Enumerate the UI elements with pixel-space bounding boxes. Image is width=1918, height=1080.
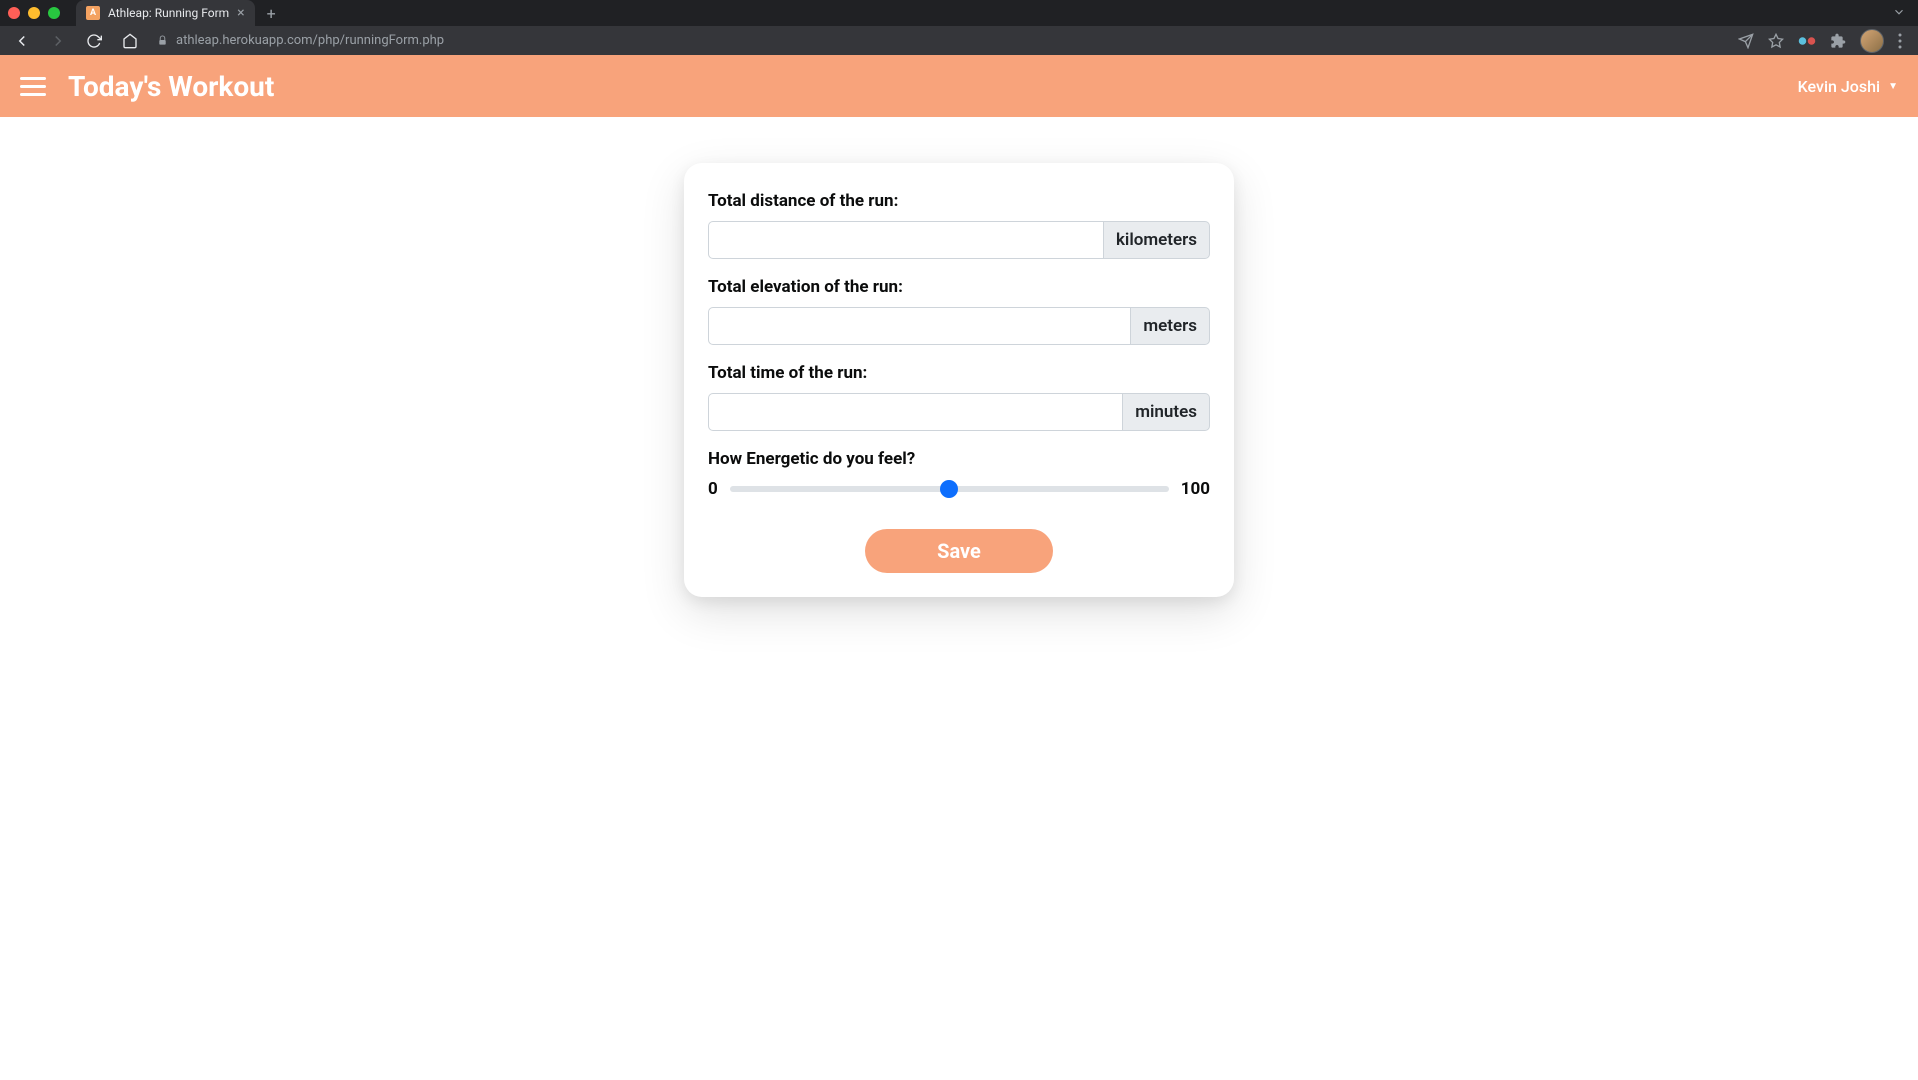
home-button[interactable] — [116, 27, 144, 55]
elevation-unit: meters — [1131, 307, 1210, 345]
extension-icon-1[interactable] — [1798, 35, 1816, 47]
extensions-icon[interactable] — [1830, 33, 1846, 49]
lock-icon — [156, 35, 168, 47]
energy-label: How Energetic do you feel? — [708, 449, 1210, 469]
menu-icon[interactable] — [1898, 33, 1902, 49]
reload-button[interactable] — [80, 27, 108, 55]
address-bar: athleap.herokuapp.com/php/runningForm.ph… — [0, 26, 1918, 55]
profile-avatar[interactable] — [1860, 29, 1884, 53]
forward-button[interactable] — [44, 27, 72, 55]
slider-max-label: 100 — [1181, 479, 1210, 499]
distance-group: Total distance of the run: kilometers — [708, 191, 1210, 259]
url-text: athleap.herokuapp.com/php/runningForm.ph… — [176, 33, 444, 48]
page-title: Today's Workout — [68, 70, 274, 103]
time-group: Total time of the run: minutes — [708, 363, 1210, 431]
tab-title: Athleap: Running Form — [108, 6, 229, 20]
tab-bar: A Athleap: Running Form × + — [0, 0, 1918, 26]
minimize-window-button[interactable] — [28, 7, 40, 19]
user-name: Kevin Joshi — [1798, 77, 1880, 96]
distance-label: Total distance of the run: — [708, 191, 1210, 211]
time-label: Total time of the run: — [708, 363, 1210, 383]
send-icon[interactable] — [1738, 33, 1754, 49]
time-input[interactable] — [708, 393, 1123, 431]
distance-input[interactable] — [708, 221, 1104, 259]
elevation-group: Total elevation of the run: meters — [708, 277, 1210, 345]
bookmark-icon[interactable] — [1768, 33, 1784, 49]
caret-down-icon: ▼ — [1888, 81, 1898, 92]
new-tab-button[interactable]: + — [267, 4, 276, 23]
app-header: Today's Workout Kevin Joshi ▼ — [0, 55, 1918, 117]
energy-slider[interactable] — [730, 486, 1169, 492]
chrome-toolbar-right — [1738, 29, 1902, 53]
tabs-dropdown-icon[interactable] — [1892, 4, 1906, 23]
time-unit: minutes — [1123, 393, 1210, 431]
url-bar[interactable]: athleap.herokuapp.com/php/runningForm.ph… — [152, 33, 1730, 48]
user-menu[interactable]: Kevin Joshi ▼ — [1798, 77, 1898, 96]
elevation-label: Total elevation of the run: — [708, 277, 1210, 297]
workout-form-card: Total distance of the run: kilometers To… — [684, 163, 1234, 597]
save-button[interactable]: Save — [865, 529, 1053, 573]
favicon-icon: A — [86, 6, 100, 20]
maximize-window-button[interactable] — [48, 7, 60, 19]
elevation-input[interactable] — [708, 307, 1131, 345]
close-window-button[interactable] — [8, 7, 20, 19]
distance-unit: kilometers — [1104, 221, 1210, 259]
browser-tab[interactable]: A Athleap: Running Form × — [76, 0, 255, 26]
browser-chrome: A Athleap: Running Form × + athleap.hero… — [0, 0, 1918, 55]
energy-group: How Energetic do you feel? 0 100 — [708, 449, 1210, 499]
slider-min-label: 0 — [708, 479, 718, 499]
close-tab-icon[interactable]: × — [237, 5, 244, 21]
back-button[interactable] — [8, 27, 36, 55]
window-controls — [8, 7, 60, 19]
main-content: Total distance of the run: kilometers To… — [0, 117, 1918, 597]
hamburger-menu-icon[interactable] — [20, 70, 52, 102]
